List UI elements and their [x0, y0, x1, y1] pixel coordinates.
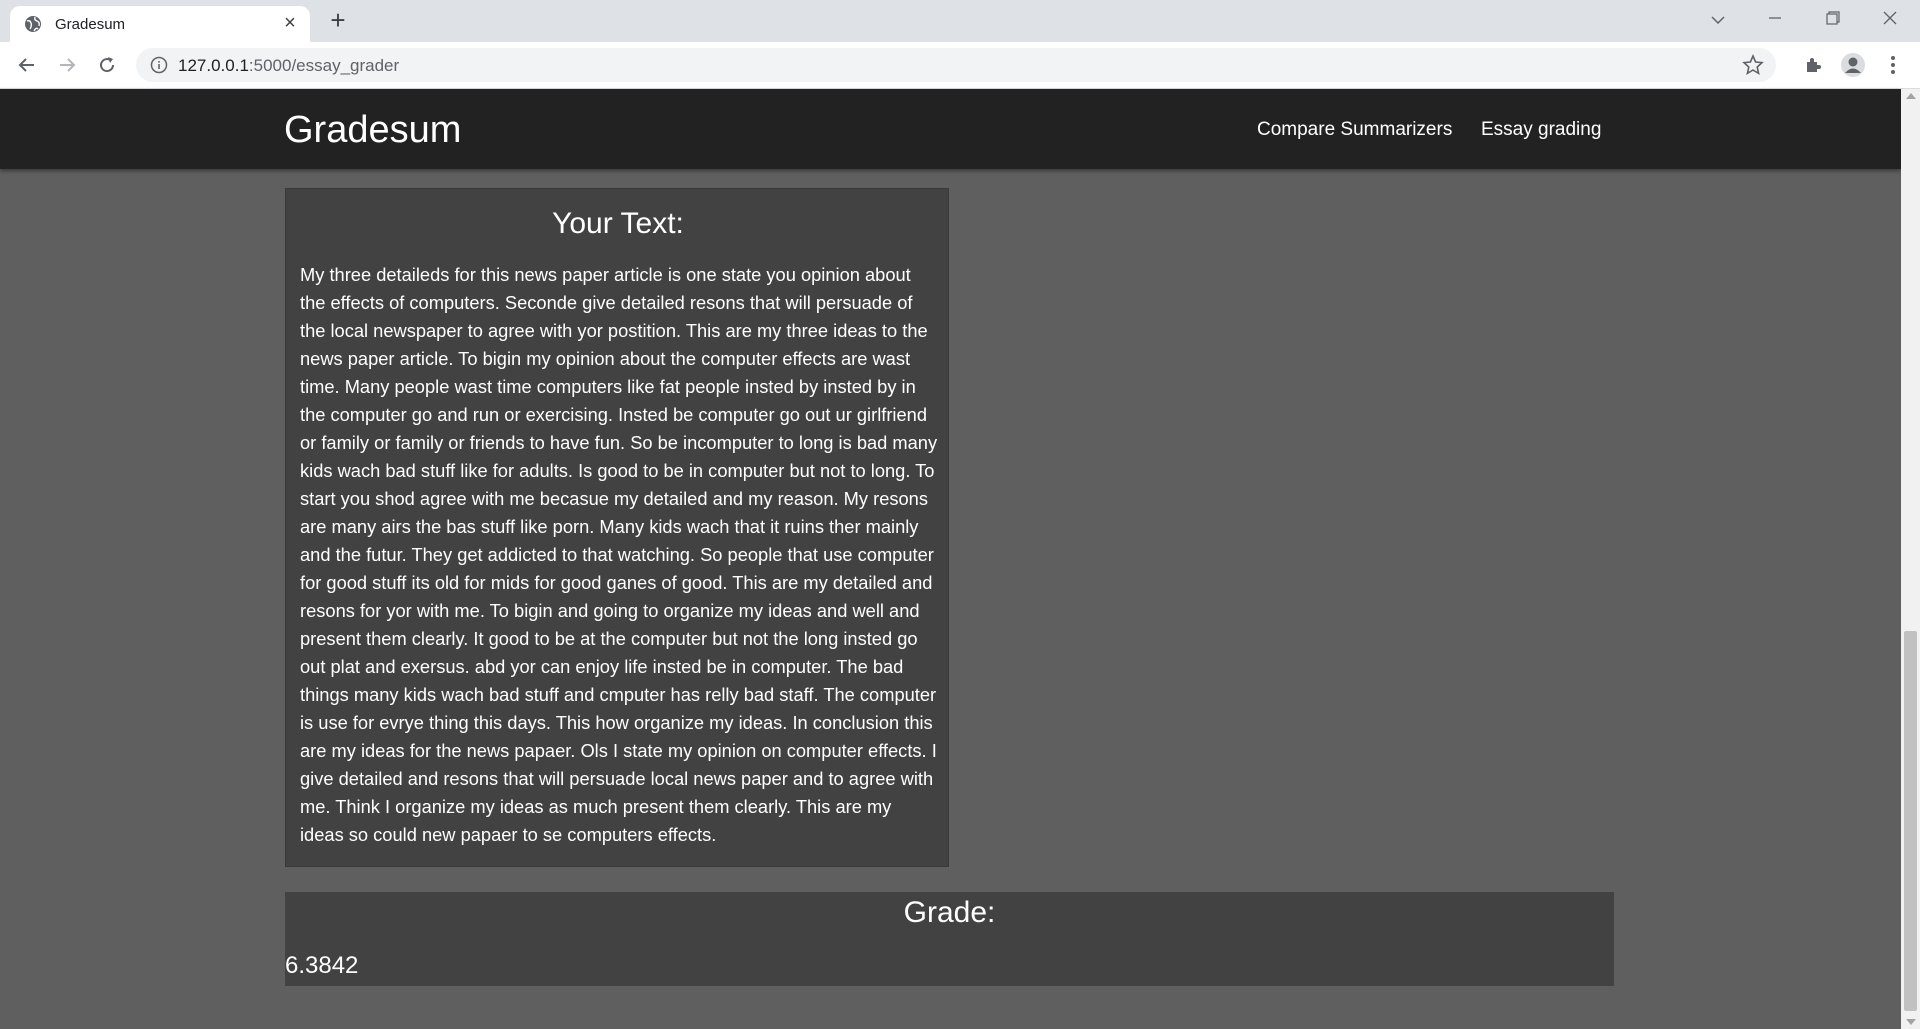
- extensions-icon[interactable]: [1800, 52, 1826, 78]
- minimize-icon[interactable]: [1760, 6, 1790, 32]
- grade-card: Grade: 6.3842: [285, 892, 1614, 986]
- essay-text: My three detaileds for this news paper a…: [300, 264, 938, 845]
- nav-link-essay-grading[interactable]: Essay grading: [1481, 119, 1601, 141]
- tab-title: Gradesum: [55, 16, 126, 33]
- grade-heading: Grade:: [903, 896, 996, 929]
- back-arrow-icon[interactable]: [12, 50, 42, 80]
- scroll-down-arrow-icon[interactable]: [1906, 1019, 1916, 1025]
- url-text: 127.0.0.1:5000/essay_grader: [178, 56, 399, 76]
- address-bar[interactable]: 127.0.0.1:5000/essay_grader: [136, 48, 1776, 82]
- nav-link-compare-summarizers[interactable]: Compare Summarizers: [1257, 119, 1452, 141]
- scroll-thumb[interactable]: [1904, 631, 1917, 1011]
- close-icon[interactable]: [1875, 6, 1905, 32]
- your-text-heading: Your Text:: [552, 207, 684, 240]
- forward-arrow-icon[interactable]: [52, 50, 82, 80]
- tab-close-icon[interactable]: ×: [280, 13, 300, 33]
- info-icon[interactable]: [150, 56, 168, 74]
- scroll-up-arrow-icon[interactable]: [1906, 93, 1916, 99]
- grade-value: 6.3842: [285, 952, 359, 979]
- url-path: :5000/essay_grader: [248, 56, 400, 75]
- browser-tabstrip: Gradesum × +: [0, 0, 1920, 42]
- your-text-card: Your Text: My three detaileds for this n…: [285, 188, 949, 867]
- browser-toolbar: 127.0.0.1:5000/essay_grader: [0, 42, 1920, 89]
- new-tab-icon[interactable]: +: [326, 7, 350, 33]
- menu-kebab-icon[interactable]: [1880, 52, 1906, 78]
- restore-icon[interactable]: [1818, 6, 1848, 32]
- site-navbar: Gradesum Compare Summarizers Essay gradi…: [0, 89, 1901, 169]
- page-scrollbar[interactable]: [1901, 89, 1920, 1029]
- site-brand[interactable]: Gradesum: [284, 109, 461, 152]
- url-host: 127.0.0.1: [178, 56, 249, 75]
- profile-avatar-icon[interactable]: [1840, 52, 1866, 78]
- bookmark-star-icon[interactable]: [1742, 54, 1764, 76]
- reload-icon[interactable]: [92, 50, 122, 80]
- browser-tab[interactable]: Gradesum ×: [10, 6, 310, 42]
- globe-icon: [25, 16, 41, 32]
- page-viewport: Gradesum Compare Summarizers Essay gradi…: [0, 89, 1920, 1029]
- chevron-down-icon[interactable]: [1703, 6, 1733, 32]
